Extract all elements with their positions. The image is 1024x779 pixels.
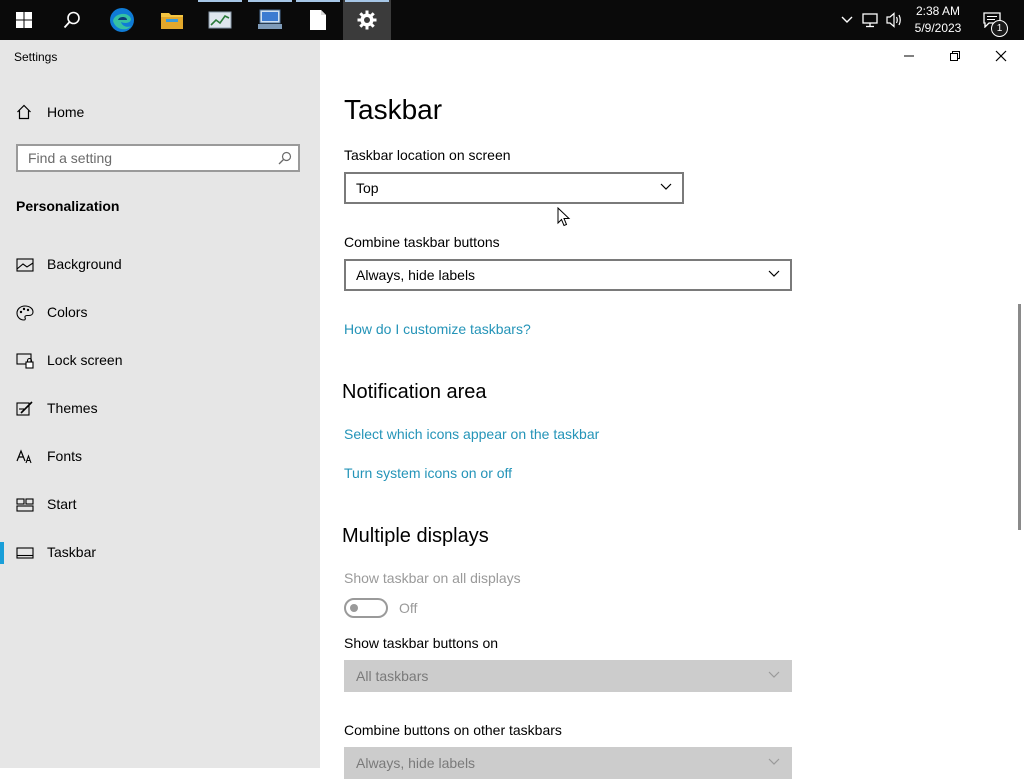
customize-taskbars-link[interactable]: How do I customize taskbars?: [344, 321, 531, 337]
combine-other-label: Combine buttons on other taskbars: [344, 722, 562, 738]
mouse-cursor-icon: [557, 207, 571, 227]
close-button[interactable]: [986, 46, 1016, 66]
combine-other-dropdown[interactable]: Always, hide labels: [344, 747, 792, 779]
chevron-down-icon: [660, 183, 672, 190]
sidebar-item-themes[interactable]: Themes: [0, 389, 320, 429]
settings-sidebar: Settings Home Find a setting Personaliza…: [0, 40, 320, 768]
folder-icon: [161, 13, 183, 29]
show-buttons-on-label: Show taskbar buttons on: [344, 635, 499, 651]
search-icon: [278, 151, 292, 165]
sidebar-item-colors[interactable]: Colors: [0, 293, 320, 333]
settings-content: Taskbar Taskbar location on screen Top C…: [320, 40, 1024, 779]
edge-taskbar-button[interactable]: [98, 0, 146, 40]
document-icon: [310, 10, 326, 30]
multiple-displays-heading: Multiple displays: [342, 525, 489, 547]
clock-date: 5/9/2023: [914, 21, 962, 35]
notepad-taskbar-button[interactable]: [294, 0, 342, 40]
select-icons-link[interactable]: Select which icons appear on the taskbar: [344, 426, 599, 442]
start-icon: [16, 498, 34, 512]
font-icon: [16, 449, 32, 464]
brush-icon: [16, 401, 33, 416]
edge-icon: [110, 8, 134, 32]
sidebar-item-label: Colors: [47, 304, 88, 320]
taskbar-clock[interactable]: 2:38 AM 5/9/2023: [906, 0, 970, 40]
sidebar-item-background[interactable]: Background: [0, 245, 320, 285]
home-icon: [17, 104, 31, 120]
network-tray-button[interactable]: [860, 0, 882, 40]
chevron-down-icon: [768, 758, 780, 765]
show-all-displays-toggle[interactable]: [344, 598, 388, 618]
minimize-icon: [904, 55, 914, 57]
sidebar-item-label: Lock screen: [47, 352, 123, 368]
sidebar-item-label: Background: [47, 256, 122, 272]
lock-screen-icon: [16, 353, 34, 369]
gear-icon: [357, 10, 377, 30]
system-icons-link[interactable]: Turn system icons on or off: [344, 465, 512, 481]
sidebar-item-label: Fonts: [47, 448, 83, 464]
palette-icon: [16, 305, 34, 321]
settings-taskbar-button[interactable]: [343, 0, 391, 40]
chart-window-icon: [208, 11, 232, 29]
windows-taskbar: 2:38 AM 5/9/2023 1: [0, 0, 1024, 40]
remote-desktop-taskbar-button[interactable]: [246, 0, 294, 40]
sidebar-item-label: Taskbar: [47, 544, 97, 560]
search-input[interactable]: Find a setting: [28, 150, 112, 166]
restore-button[interactable]: [940, 46, 970, 66]
sidebar-item-start[interactable]: Start: [0, 485, 320, 525]
sidebar-home[interactable]: Home: [0, 96, 320, 130]
notification-count-badge: 1: [991, 20, 1008, 37]
notification-area-heading: Notification area: [342, 381, 487, 403]
toggle-knob: [350, 604, 358, 612]
taskbar-location-label: Taskbar location on screen: [344, 147, 511, 163]
show-buttons-on-value: All taskbars: [356, 668, 429, 684]
window-title: Settings: [14, 50, 58, 64]
show-all-displays-label: Show taskbar on all displays: [344, 570, 521, 586]
sidebar-item-label: Themes: [47, 400, 98, 416]
search-icon: [63, 11, 80, 29]
combine-other-value: Always, hide labels: [356, 755, 476, 771]
clock-time: 2:38 AM: [915, 4, 961, 18]
combine-buttons-dropdown[interactable]: Always, hide labels: [344, 259, 792, 291]
minimize-button[interactable]: [894, 46, 924, 66]
file-explorer-taskbar-button[interactable]: [148, 0, 196, 40]
show-hidden-icons-button[interactable]: [836, 0, 858, 40]
sidebar-section-title: Personalization: [16, 198, 120, 214]
speaker-icon: [886, 12, 901, 28]
chevron-down-icon: [768, 270, 780, 277]
chevron-down-icon: [768, 671, 780, 678]
network-icon: [862, 13, 878, 28]
start-button[interactable]: [0, 0, 48, 40]
sidebar-home-label: Home: [47, 104, 85, 120]
sidebar-item-lock-screen[interactable]: Lock screen: [0, 341, 320, 381]
toggle-state-label: Off: [399, 600, 418, 616]
restore-icon: [950, 51, 960, 61]
windows-logo-icon: [16, 12, 32, 28]
chevron-up-icon: [841, 16, 853, 23]
sidebar-item-label: Start: [47, 496, 77, 512]
taskbar-location-value: Top: [356, 180, 379, 196]
volume-tray-button[interactable]: [884, 0, 906, 40]
page-title: Taskbar: [344, 94, 443, 125]
content-scrollbar[interactable]: [1018, 304, 1021, 530]
close-icon: [995, 50, 1007, 62]
picture-icon: [16, 258, 34, 272]
sidebar-item-taskbar[interactable]: Taskbar: [0, 533, 320, 573]
taskbar-location-dropdown[interactable]: Top: [344, 172, 684, 204]
find-setting-search[interactable]: Find a setting: [16, 144, 300, 172]
task-manager-taskbar-button[interactable]: [196, 0, 244, 40]
taskbar-search-button[interactable]: [48, 0, 96, 40]
combine-buttons-value: Always, hide labels: [356, 267, 476, 283]
show-buttons-on-dropdown[interactable]: All taskbars: [344, 660, 792, 692]
combine-buttons-label: Combine taskbar buttons: [344, 234, 500, 250]
sidebar-item-fonts[interactable]: Fonts: [0, 437, 320, 477]
computer-icon: [258, 9, 282, 29]
taskbar-icon: [16, 547, 34, 559]
